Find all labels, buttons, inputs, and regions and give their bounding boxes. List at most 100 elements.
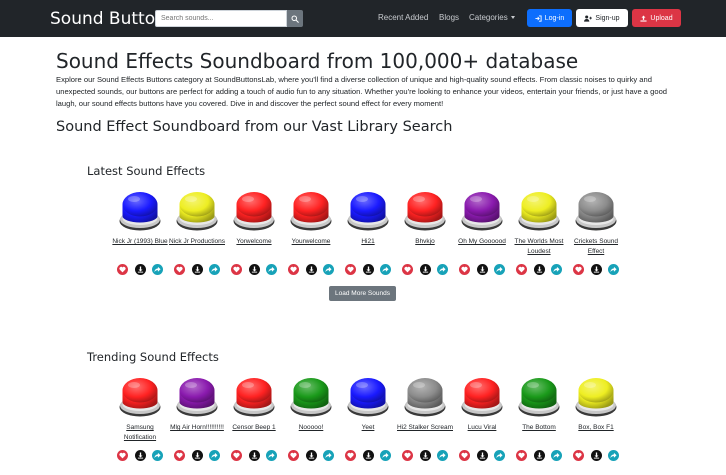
- sound-title-link[interactable]: Hi2 Stalker Scream: [397, 423, 453, 433]
- upload-button[interactable]: Upload: [632, 9, 681, 27]
- sound-title-link[interactable]: Yorwelcome: [226, 237, 282, 247]
- download-button[interactable]: [590, 450, 602, 461]
- sound-title-link[interactable]: Oh My Goooood: [454, 237, 510, 247]
- download-button[interactable]: [476, 450, 488, 461]
- share-button[interactable]: [266, 264, 277, 275]
- favorite-button[interactable]: [402, 264, 413, 275]
- share-button[interactable]: [209, 264, 220, 275]
- sound-play-button[interactable]: [347, 191, 389, 231]
- sound-title-link[interactable]: Box, Box F1: [568, 423, 624, 433]
- sound-title-link[interactable]: The Worlds Most Loudest: [511, 237, 567, 257]
- download-button[interactable]: [305, 450, 317, 461]
- sound-title-link[interactable]: Yeet: [340, 423, 396, 433]
- download-button[interactable]: [533, 264, 545, 275]
- download-button[interactable]: [419, 450, 431, 461]
- sound-title-link[interactable]: Mlg Air Horn!!!!!!!!!!: [169, 423, 225, 433]
- download-button[interactable]: [590, 264, 602, 275]
- download-button[interactable]: [419, 264, 431, 275]
- favorite-button[interactable]: [174, 450, 185, 461]
- favorite-button[interactable]: [573, 264, 584, 275]
- sound-title-link[interactable]: Bhvkjo: [397, 237, 453, 247]
- nav-blogs[interactable]: Blogs: [439, 13, 459, 22]
- favorite-button[interactable]: [117, 264, 128, 275]
- download-button[interactable]: [476, 264, 488, 275]
- favorite-button[interactable]: [516, 450, 527, 461]
- sound-play-button[interactable]: [290, 191, 332, 231]
- favorite-button[interactable]: [345, 264, 356, 275]
- sound-title-link[interactable]: The Bottom: [511, 423, 567, 433]
- sound-play-button[interactable]: [404, 191, 446, 231]
- sound-title-link[interactable]: Nooooo!: [283, 423, 339, 433]
- sound-title-link[interactable]: Yourwelcome: [283, 237, 339, 247]
- share-button[interactable]: [266, 450, 277, 461]
- signup-button[interactable]: Sign-up: [576, 9, 628, 27]
- sound-title-link[interactable]: Nick Jr Productions: [169, 237, 225, 247]
- favorite-button[interactable]: [516, 264, 527, 275]
- nav-categories-dropdown[interactable]: Categories: [469, 13, 515, 22]
- share-button[interactable]: [380, 450, 391, 461]
- share-button[interactable]: [608, 264, 619, 275]
- share-button[interactable]: [437, 264, 448, 275]
- download-button[interactable]: [191, 450, 203, 461]
- sound-play-button[interactable]: [347, 377, 389, 417]
- download-button[interactable]: [134, 450, 146, 461]
- sound-play-button[interactable]: [575, 377, 617, 417]
- favorite-button[interactable]: [459, 450, 470, 461]
- download-button[interactable]: [362, 264, 374, 275]
- sound-title-link[interactable]: Hi21: [340, 237, 396, 247]
- sound-play-button[interactable]: [119, 191, 161, 231]
- sound-play-button[interactable]: [233, 191, 275, 231]
- nav-recent-added[interactable]: Recent Added: [378, 13, 428, 22]
- download-icon: [365, 452, 371, 459]
- sound-play-button[interactable]: [119, 377, 161, 417]
- favorite-button[interactable]: [174, 264, 185, 275]
- download-button[interactable]: [248, 264, 260, 275]
- share-button[interactable]: [551, 264, 562, 275]
- download-button[interactable]: [305, 264, 317, 275]
- search-input[interactable]: [155, 10, 287, 27]
- share-button[interactable]: [437, 450, 448, 461]
- share-button[interactable]: [323, 450, 334, 461]
- search-button[interactable]: [287, 10, 303, 27]
- sound-title-link[interactable]: Crickets Sound Effect: [568, 237, 624, 257]
- download-button[interactable]: [248, 450, 260, 461]
- share-button[interactable]: [608, 450, 619, 461]
- load-more-button[interactable]: Load More Sounds: [329, 286, 396, 301]
- download-button[interactable]: [533, 450, 545, 461]
- share-button[interactable]: [380, 264, 391, 275]
- sound-play-button[interactable]: [176, 191, 218, 231]
- sound-title-link[interactable]: Censor Beep 1: [226, 423, 282, 433]
- favorite-button[interactable]: [288, 450, 299, 461]
- sound-play-button[interactable]: [518, 377, 560, 417]
- share-button[interactable]: [494, 264, 505, 275]
- favorite-button[interactable]: [288, 264, 299, 275]
- share-button[interactable]: [209, 450, 220, 461]
- share-button[interactable]: [152, 264, 163, 275]
- download-button[interactable]: [191, 264, 203, 275]
- sound-play-button[interactable]: [518, 191, 560, 231]
- login-button[interactable]: Log-in: [527, 9, 572, 27]
- download-button[interactable]: [362, 450, 374, 461]
- share-button[interactable]: [152, 450, 163, 461]
- sound-play-button[interactable]: [176, 377, 218, 417]
- sound-play-button[interactable]: [461, 191, 503, 231]
- share-button[interactable]: [494, 450, 505, 461]
- share-button[interactable]: [551, 450, 562, 461]
- favorite-button[interactable]: [573, 450, 584, 461]
- favorite-button[interactable]: [231, 264, 242, 275]
- sound-title-link[interactable]: Lucu Viral: [454, 423, 510, 433]
- favorite-button[interactable]: [459, 264, 470, 275]
- favorite-button[interactable]: [402, 450, 413, 461]
- sound-play-button[interactable]: [290, 377, 332, 417]
- favorite-button[interactable]: [117, 450, 128, 461]
- share-button[interactable]: [323, 264, 334, 275]
- favorite-button[interactable]: [345, 450, 356, 461]
- download-button[interactable]: [134, 264, 146, 275]
- sound-title-link[interactable]: Nick Jr (1993) Blue: [112, 237, 168, 247]
- sound-title-link[interactable]: Samsung Notification: [112, 423, 168, 443]
- sound-play-button[interactable]: [233, 377, 275, 417]
- sound-play-button[interactable]: [575, 191, 617, 231]
- favorite-button[interactable]: [231, 450, 242, 461]
- sound-play-button[interactable]: [461, 377, 503, 417]
- sound-play-button[interactable]: [404, 377, 446, 417]
